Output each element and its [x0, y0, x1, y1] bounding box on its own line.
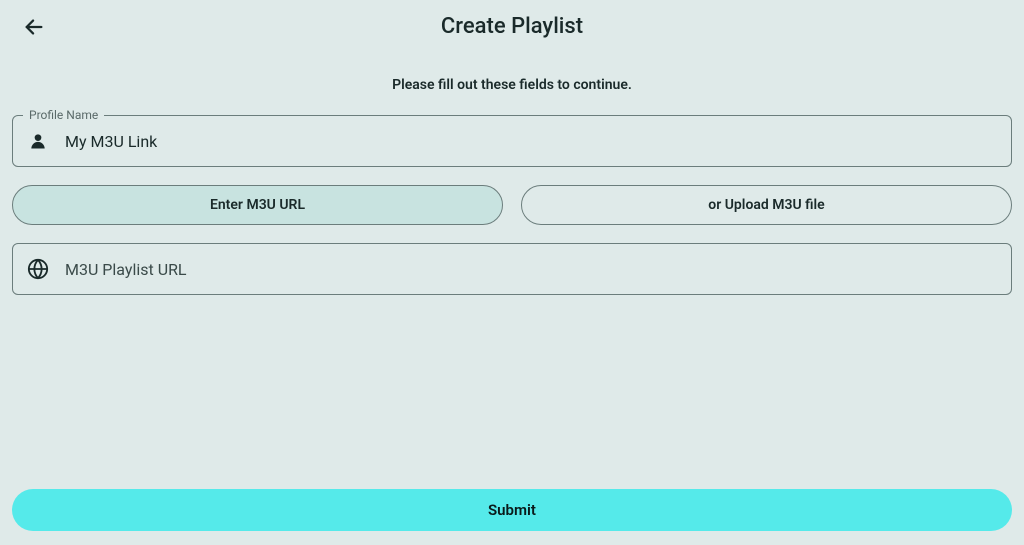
person-icon [27, 130, 49, 152]
profile-name-legend: Profile Name [23, 108, 104, 122]
url-field[interactable] [12, 243, 1012, 295]
content: Please fill out these fields to continue… [0, 77, 1024, 295]
m3u-url-input[interactable] [65, 260, 997, 279]
globe-icon [27, 258, 49, 280]
field-inner [27, 258, 997, 280]
submit-button[interactable]: Submit [12, 489, 1012, 531]
profile-name-input[interactable] [65, 132, 997, 151]
field-inner [27, 130, 997, 152]
instruction-text: Please fill out these fields to continue… [12, 77, 1012, 93]
toggle-row: Enter M3U URL or Upload M3U file [12, 185, 1012, 225]
arrow-left-icon [23, 16, 45, 41]
upload-file-tab[interactable]: or Upload M3U file [521, 185, 1012, 225]
enter-url-tab[interactable]: Enter M3U URL [12, 185, 503, 225]
back-button[interactable] [20, 14, 48, 42]
header: Create Playlist [0, 0, 1024, 57]
profile-name-field[interactable]: Profile Name [12, 115, 1012, 167]
page-title: Create Playlist [0, 14, 1024, 39]
